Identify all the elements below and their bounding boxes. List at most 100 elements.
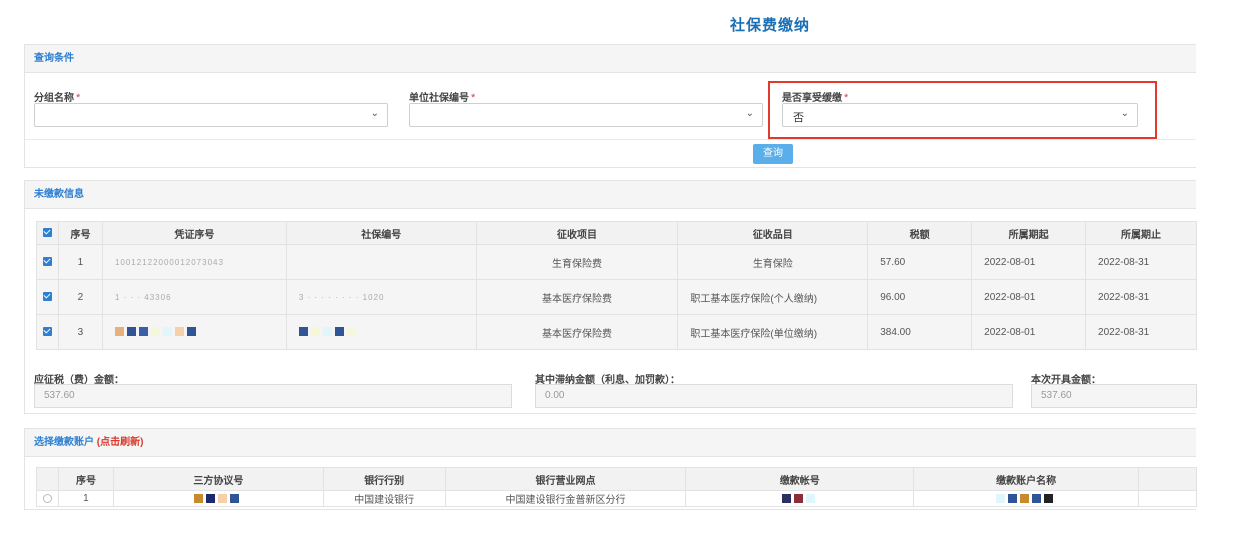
voucher-number-text: 10012122000012073043 (114, 257, 224, 267)
account-panel: 选择缴款账户 (点击刷新) 序号 三方协议号 银行行别 银行营业网点 缴款帐号 … (24, 428, 1197, 510)
period-start: 2022-08-01 (971, 314, 1087, 350)
masked-block (334, 327, 344, 337)
unpaid-panel: 未缴款信息 序号 凭证序号 社保编号 征收项目 征收品目 税额 所属期起 所属期… (24, 180, 1197, 414)
voucher-number: 10012122000012073043 (101, 244, 287, 280)
collection-item: 生育保险费 (475, 244, 679, 280)
social-number: 3 · · · · · · · · 1020 (285, 279, 477, 315)
extra-cell (1138, 490, 1197, 507)
row-checkbox-cell[interactable] (36, 244, 59, 280)
divider (25, 139, 1196, 140)
column-header: 缴款帐号 (685, 467, 915, 491)
row-checkbox-cell[interactable] (36, 279, 59, 315)
tax-amount: 384.00 (867, 314, 973, 350)
column-header: 银行营业网点 (444, 467, 687, 491)
extra-column-header (1138, 467, 1197, 491)
select-all-cell[interactable] (36, 221, 59, 245)
period-end: 2022-08-31 (1085, 279, 1197, 315)
radio-column-header (36, 467, 59, 491)
collection-item: 基本医疗保险费 (475, 279, 679, 315)
masked-block (218, 493, 228, 503)
chevron-down-icon: ⌄ (745, 108, 754, 119)
account-panel-header: 选择缴款账户 (点击刷新) (25, 429, 1196, 457)
payable-amount-field: 537.60 (34, 384, 512, 408)
masked-block (346, 327, 356, 337)
masked-block (322, 327, 332, 337)
collection-subitem: 职工基本医疗保险(单位缴纳) (677, 314, 869, 350)
late-fee-field: 0.00 (535, 384, 1013, 408)
table-row[interactable]: 3 基本医疗保险费 职工基本医疗保险(单位缴纳) 384.00 2022-08-… (36, 314, 1197, 350)
agreement-number-masked (112, 490, 324, 507)
masked-block (298, 327, 308, 337)
row-number: 2 (57, 279, 103, 315)
issue-amount-field: 537.60 (1031, 384, 1197, 408)
table-header-row: 序号 三方协议号 银行行别 银行营业网点 缴款帐号 缴款账户名称 (36, 467, 1197, 491)
account-table: 序号 三方协议号 银行行别 银行营业网点 缴款帐号 缴款账户名称 1 中国建设银… (36, 467, 1197, 507)
period-start: 2022-08-01 (971, 244, 1087, 280)
table-row[interactable]: 1 10012122000012073043 生育保险费 生育保险 57.60 … (36, 244, 1197, 280)
table-row[interactable]: 1 中国建设银行 中国建设银行金普新区分行 (36, 490, 1197, 507)
page-title: 社保费缴纳 (729, 17, 810, 34)
masked-block (1044, 493, 1054, 503)
select-all-checkbox[interactable] (42, 228, 52, 238)
masked-block (230, 493, 240, 503)
masked-block (150, 327, 160, 337)
collection-subitem: 生育保险 (677, 244, 869, 280)
column-header: 征收品目 (677, 221, 869, 245)
unpaid-panel-header: 未缴款信息 (25, 181, 1196, 209)
masked-block (996, 493, 1006, 503)
masked-block (114, 327, 124, 337)
refresh-link[interactable]: (点击刷新) (97, 437, 144, 448)
unpaid-table: 序号 凭证序号 社保编号 征收项目 征收品目 税额 所属期起 所属期止 1 10… (36, 221, 1197, 350)
social-number-text: 3 · · · · · · · · 1020 (298, 292, 385, 302)
column-header: 所属期止 (1085, 221, 1197, 245)
account-name-masked (913, 490, 1140, 507)
masked-block (1020, 493, 1030, 503)
voucher-number-masked (101, 314, 287, 350)
period-end: 2022-08-31 (1085, 314, 1197, 350)
tax-amount: 96.00 (867, 279, 973, 315)
highlight-box (768, 81, 1157, 139)
unit-social-number-field: 单位社保编号 * (409, 89, 475, 104)
row-checkbox-cell[interactable] (36, 314, 59, 350)
column-header: 序号 (57, 467, 114, 491)
unit-social-number-select[interactable]: ⌄ (409, 103, 763, 127)
table-row[interactable]: 2 1 · · · 43306 3 · · · · · · · · 1020 基… (36, 279, 1197, 315)
masked-block (793, 493, 803, 503)
bank-branch: 中国建设银行金普新区分行 (444, 490, 687, 507)
masked-block (805, 493, 815, 503)
social-number (285, 244, 477, 280)
row-number: 1 (57, 244, 103, 280)
masked-block (310, 327, 320, 337)
column-header: 三方协议号 (112, 467, 324, 491)
account-radio-cell[interactable] (36, 490, 59, 507)
social-number-masked (285, 314, 477, 350)
query-panel-header: 查询条件 (25, 45, 1196, 73)
voucher-number-text: 1 · · · 43306 (114, 292, 172, 302)
row-checkbox[interactable] (42, 327, 52, 337)
column-header: 社保编号 (285, 221, 477, 245)
column-header: 缴款账户名称 (913, 467, 1140, 491)
row-number: 3 (57, 314, 103, 350)
period-end: 2022-08-31 (1085, 244, 1197, 280)
masked-block (1008, 493, 1018, 503)
column-header: 所属期起 (971, 221, 1087, 245)
column-header: 银行行别 (322, 467, 446, 491)
tax-amount: 57.60 (867, 244, 973, 280)
row-checkbox[interactable] (42, 292, 52, 302)
row-checkbox[interactable] (42, 257, 52, 267)
masked-block (162, 327, 172, 337)
masked-block (781, 493, 791, 503)
masked-block (1032, 493, 1042, 503)
query-button[interactable]: 查询 (753, 144, 793, 164)
masked-block (126, 327, 136, 337)
row-number: 1 (57, 490, 114, 507)
column-header: 征收项目 (475, 221, 679, 245)
collection-item: 基本医疗保险费 (475, 314, 679, 350)
account-panel-title: 选择缴款账户 (34, 437, 94, 448)
column-header: 序号 (57, 221, 103, 245)
group-name-field: 分组名称 * (34, 89, 80, 104)
account-radio[interactable] (42, 493, 52, 503)
group-name-select[interactable]: ⌄ (34, 103, 388, 127)
masked-block (138, 327, 148, 337)
column-header: 凭证序号 (101, 221, 287, 245)
